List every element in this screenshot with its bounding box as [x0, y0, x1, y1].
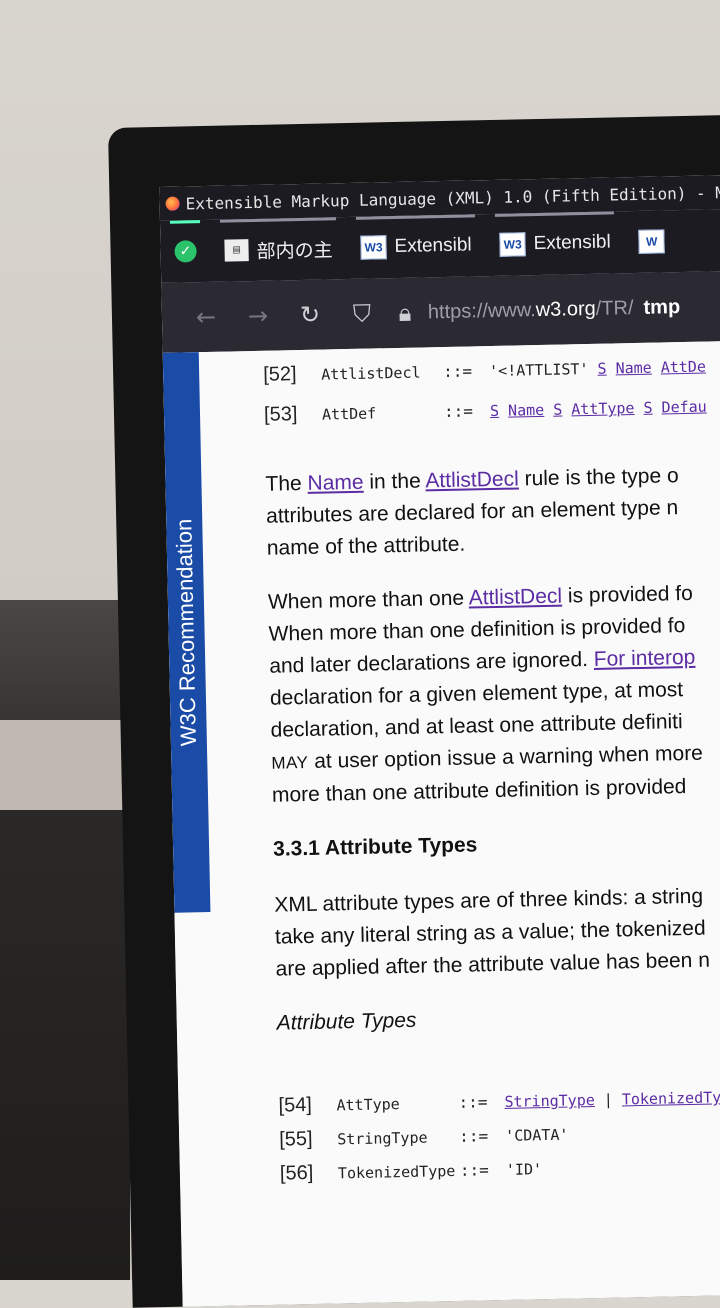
jp-site-icon: ▤ [224, 239, 249, 262]
nt-link-attdef[interactable]: AttDe [661, 358, 707, 377]
lock-icon[interactable]: 🔒︎ [388, 298, 423, 327]
firefox-icon [165, 196, 180, 211]
link-attlistdecl[interactable]: AttlistDecl [468, 585, 562, 610]
link-attlistdecl[interactable]: AttlistDecl [425, 467, 519, 492]
w3c-recommendation-ribbon[interactable]: W3C Recommendation [162, 352, 211, 913]
paragraph-multiple-attlist: When more than one AttlistDecl is provid… [267, 581, 704, 807]
nt-link-defaultdecl[interactable]: Defau [661, 398, 707, 417]
grammar-caption: Attribute Types [276, 1008, 417, 1035]
nt-link-s[interactable]: S [553, 401, 562, 419]
nt-link-name[interactable]: Name [615, 359, 651, 378]
page-content: W3C Recommendation [52] AttlistDecl ::= … [162, 338, 720, 1307]
shield-icon[interactable]: ⛉ [336, 299, 389, 328]
browser-window: Extensible Markup Language (XML) 1.0 (Fi… [159, 174, 720, 1307]
paragraph-attribute-types: XML attribute types are of three kinds: … [274, 884, 711, 981]
link-name[interactable]: Name [307, 471, 364, 495]
reload-icon[interactable]: ↻ [284, 300, 337, 329]
paragraph-attlist-name: The Name in the AttlistDecl rule is the … [265, 464, 679, 560]
forward-arrow-icon[interactable]: → [232, 301, 285, 330]
nt-link-tokenizedtype[interactable]: TokenizedType [622, 1088, 720, 1108]
nt-link-s[interactable]: S [643, 399, 652, 417]
navigation-toolbar: ← → ↻ ⛉ 🔒︎ https://www.w3.org/TR/ tmp [161, 270, 720, 353]
tab-label: Extensibl [394, 234, 472, 258]
window-title: Extensible Markup Language (XML) 1.0 (Fi… [185, 181, 720, 213]
w3c-icon: W3 [499, 232, 526, 257]
nt-link-name[interactable]: Name [508, 401, 544, 420]
url-bar[interactable]: https://www.w3.org/TR/ [428, 297, 634, 324]
link-for-interoperability[interactable]: For interop [594, 646, 696, 671]
url-bar-extra: tmp [643, 295, 681, 319]
tab-sync-status[interactable]: ✓ [160, 220, 211, 283]
tab-xml-spec-1[interactable]: W3 Extensibl [346, 214, 486, 279]
wall-ledge [0, 720, 130, 810]
tab-xml-spec-3[interactable]: W [624, 210, 687, 273]
back-arrow-icon[interactable]: ← [180, 302, 233, 331]
nt-link-s[interactable]: S [490, 402, 499, 420]
nt-link-atttype[interactable]: AttType [571, 399, 635, 418]
nt-link-stringtype[interactable]: StringType [504, 1091, 595, 1111]
monitor-bezel: Extensible Markup Language (XML) 1.0 (Fi… [108, 114, 720, 1308]
spec-document: [52] AttlistDecl ::= '<!ATTLIST' S Name … [263, 338, 720, 1191]
tab-japanese-page[interactable]: ▤ 部内の主 [210, 217, 347, 282]
desk-shadow [0, 600, 130, 1280]
check-icon: ✓ [174, 240, 197, 263]
tab-xml-spec-2[interactable]: W3 Extensibl [485, 211, 625, 276]
tab-label: 部内の主 [256, 239, 333, 263]
nt-link-s[interactable]: S [597, 360, 606, 378]
tab-label: Extensibl [533, 231, 611, 255]
tab-bar: ✓ ▤ 部内の主 W3 Extensibl W3 Extensibl W [159, 208, 720, 283]
section-heading: 3.3.1 Attribute Types [272, 833, 478, 861]
w3c-icon: W3 [360, 235, 387, 260]
w3c-icon: W [638, 229, 665, 254]
